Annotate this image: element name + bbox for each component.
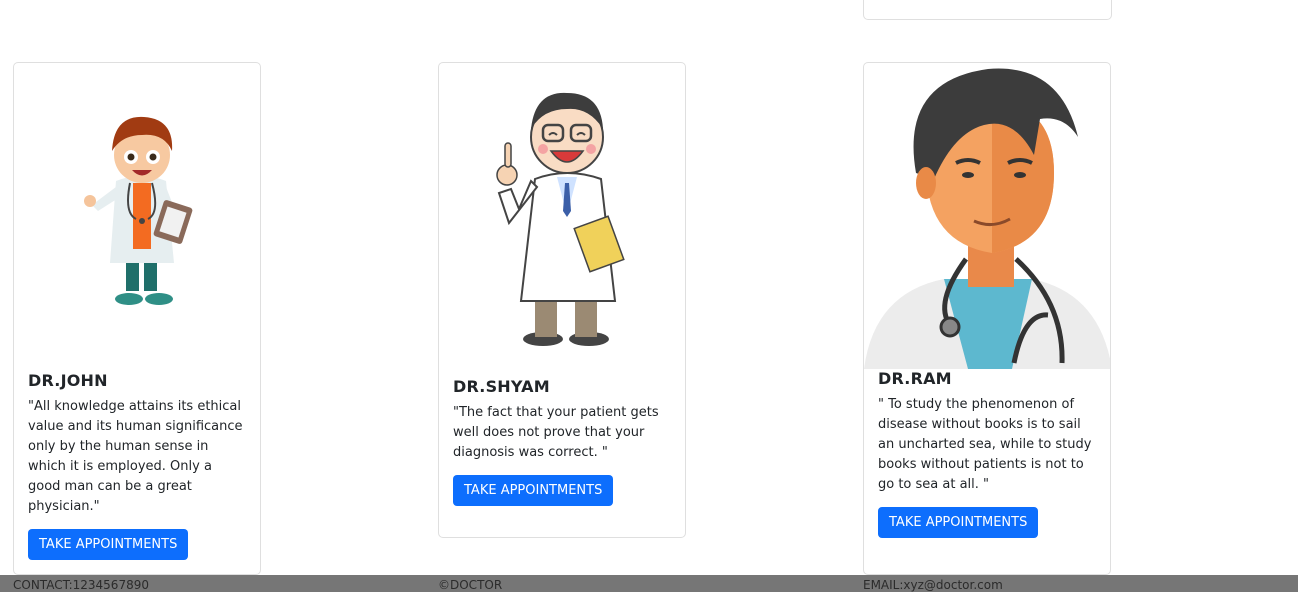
doctor-card-ram: DR.RAM " To study the phenomenon of dise… (863, 62, 1111, 575)
doctor-quote: "All knowledge attains its ethical value… (28, 399, 243, 514)
footer-email: EMAIL:xyz@doctor.com (863, 578, 1003, 592)
doctor-name: DR.RAM (878, 369, 952, 388)
take-appointments-button[interactable]: TAKE APPOINTMENTS (28, 529, 189, 560)
doctor-quote: " To study the phenomenon of disease wit… (878, 397, 1092, 492)
footer-copyright: ©DOCTOR (438, 578, 503, 592)
footer: CONTACT:1234567890 ©DOCTOR EMAIL:xyz@doc… (0, 575, 1298, 592)
doctor-quote: "The fact that your patient gets well do… (453, 405, 659, 460)
doctor-card-shyam: DR.SHYAM "The fact that your patient get… (438, 62, 686, 538)
take-appointments-button[interactable]: TAKE APPOINTMENTS (453, 475, 614, 506)
take-appointments-button[interactable]: TAKE APPOINTMENTS (878, 507, 1039, 538)
doctor-name: DR.JOHN (28, 371, 108, 390)
doctor-card-john: DR.JOHN "All knowledge attains its ethic… (13, 62, 261, 575)
doctor-john-image (14, 63, 260, 371)
doctor-john-illustration (84, 116, 193, 305)
doctor-shyam-image (439, 63, 685, 377)
doctor-name: DR.SHYAM (453, 377, 550, 396)
doctor-shyam-illustration (496, 92, 625, 346)
footer-contact: CONTACT:1234567890 (13, 578, 149, 592)
doctor-ram-image (864, 63, 1110, 369)
previous-card-bottom (863, 0, 1112, 20)
doctor-ram-illustration (864, 68, 1110, 369)
